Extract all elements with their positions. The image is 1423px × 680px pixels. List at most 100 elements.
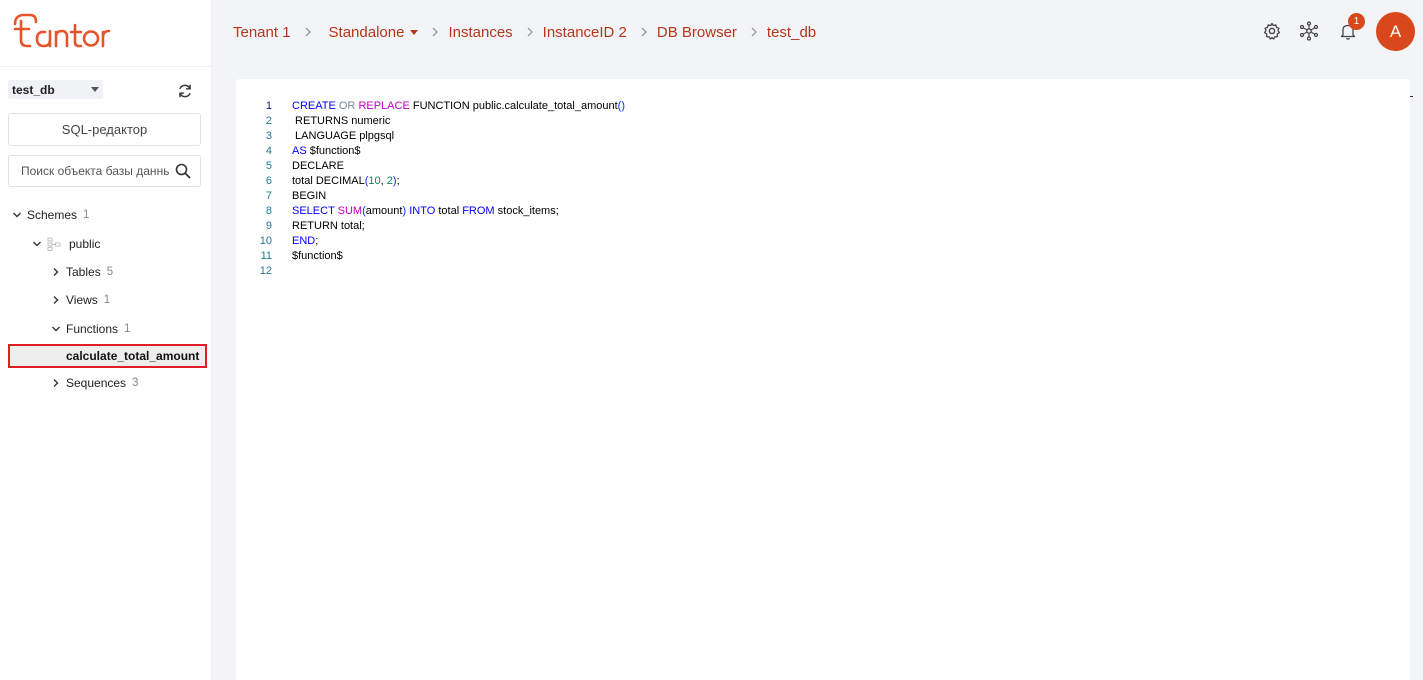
chevron-right-icon [428, 22, 442, 42]
breadcrumb: Tenant 1 Standalone Instances InstanceID… [233, 22, 816, 42]
code-token: amount [365, 205, 403, 217]
code-text: SELECT SUM(amount) INTO total FROM stock… [292, 204, 559, 219]
code-text: $function$ [292, 249, 343, 264]
code-token: $function$ [292, 250, 343, 262]
line-number: 4 [265, 145, 272, 157]
chevron-right-icon [747, 22, 761, 42]
code-text: LANGUAGE plpgsql [292, 129, 394, 144]
chevron-down-icon [13, 212, 21, 218]
code-editor[interactable]: 1 CREATE OR REPLACE FUNCTION public.calcu… [236, 79, 1410, 680]
line-number: 8 [265, 205, 272, 217]
tree-item-count: 1 [124, 323, 131, 335]
notification-badge: 1 [1348, 13, 1365, 30]
code-text: AS $function$ [292, 144, 361, 159]
chevron-right-icon [53, 379, 59, 387]
tantor-logo[interactable] [12, 12, 112, 52]
avatar[interactable]: A [1376, 12, 1415, 51]
sidebar-divider [0, 66, 211, 67]
search-icon[interactable] [175, 163, 191, 179]
code-token: SUM [337, 205, 363, 217]
chevron-right-icon [637, 22, 651, 42]
code-token: stock_items; [494, 205, 559, 217]
code-token: RETURN total; [292, 220, 365, 232]
line-number: 7 [265, 190, 272, 202]
code-token: INTO [409, 205, 436, 217]
code-token: $function$ [306, 145, 361, 157]
code-token: DECLARE [292, 160, 344, 172]
tree-item-count: 3 [132, 377, 139, 389]
tree-item-views[interactable]: Views 1 [51, 290, 110, 310]
code-text: CREATE OR REPLACE FUNCTION public.calcul… [292, 99, 625, 114]
refresh-icon[interactable] [176, 82, 194, 100]
code-token: AS [292, 145, 307, 157]
code-token: () [617, 100, 625, 112]
code-text: RETURNS numeric [292, 114, 390, 129]
tree-item-label: Functions [66, 322, 119, 336]
gear-icon[interactable] [1262, 21, 1282, 41]
breadcrumb-database[interactable]: test_db [767, 24, 816, 41]
sql-editor-button[interactable]: SQL-редактор [8, 113, 201, 146]
tree-item-functions[interactable]: Functions 1 [51, 319, 130, 339]
code-token: BEGIN [292, 190, 327, 202]
tree-item-public[interactable]: public [32, 234, 100, 254]
code-token: ; [315, 235, 319, 247]
breadcrumb-db-browser[interactable]: DB Browser [657, 24, 737, 41]
line-number: 12 [259, 265, 272, 277]
line-number: 6 [265, 175, 272, 187]
line-number: 3 [265, 130, 272, 142]
line-number: 5 [265, 160, 272, 172]
tree-item-label: Schemes [27, 208, 78, 222]
object-search-input[interactable] [9, 156, 169, 186]
tree-item-label: Views [66, 293, 98, 307]
header: Tenant 1 Standalone Instances InstanceID… [211, 0, 1423, 66]
sidebar: test_db SQL-редактор Schemes 1 public [0, 0, 212, 680]
code-token: total [435, 205, 463, 217]
breadcrumb-tenant[interactable]: Tenant 1 [233, 24, 291, 41]
breadcrumb-instance[interactable]: InstanceID 2 [543, 24, 627, 41]
tree-item-tables[interactable]: Tables 5 [51, 262, 113, 282]
code-text: RETURN total; [292, 219, 365, 234]
line-number: 2 [265, 115, 272, 127]
code-token: REPLACE [358, 100, 410, 112]
code-token: 10 [368, 175, 381, 187]
database-select-value: test_db [12, 82, 55, 97]
breadcrumb-instances[interactable]: Instances [448, 24, 512, 41]
code-token: SELECT [292, 205, 335, 217]
chevron-right-icon [301, 22, 315, 42]
code-text: END; [292, 234, 318, 249]
breadcrumb-standalone-label: Standalone [328, 23, 405, 41]
chevron-right-icon [53, 268, 59, 276]
chevron-down-icon [52, 326, 60, 332]
tree-item-count: 5 [106, 266, 114, 278]
code-token: CREATE [292, 100, 336, 112]
caret-down-icon [410, 30, 419, 36]
code-token: OR [338, 100, 356, 112]
chevron-right-icon [523, 22, 537, 42]
breadcrumb-standalone-dropdown[interactable]: Standalone [329, 24, 419, 41]
object-search [8, 155, 201, 187]
tree-item-calculate-total-amount[interactable]: calculate_total_amount [8, 344, 207, 368]
code-token: FUNCTION public.calculate_total_amount [409, 100, 618, 112]
cluster-icon[interactable] [1299, 21, 1319, 41]
database-select[interactable]: test_db [8, 80, 103, 99]
tree-item-count: 1 [83, 209, 90, 221]
code-token: END [292, 235, 316, 247]
tree-item-label: Tables [66, 265, 101, 279]
tree-item-label: calculate_total_amount [66, 349, 200, 363]
chevron-down-icon [33, 241, 41, 247]
code-token: FROM [462, 205, 495, 217]
tree-item-schemes[interactable]: Schemes 1 [12, 205, 89, 225]
tree-item-sequences[interactable]: Sequences 3 [51, 373, 138, 393]
schema-icon [47, 237, 61, 251]
scrollbar-marker [1410, 96, 1413, 97]
chevron-right-icon [53, 296, 59, 304]
tree-item-label: public [69, 237, 101, 251]
line-number: 10 [259, 235, 272, 247]
code-text: total DECIMAL(10, 2); [292, 174, 400, 189]
line-number: 11 [260, 250, 272, 262]
tree-item-label: Sequences [66, 376, 127, 390]
line-number: 9 [265, 220, 272, 232]
tree-item-count: 1 [103, 294, 111, 306]
code-token: LANGUAGE plpgsql [292, 130, 395, 142]
code-text: DECLARE [292, 159, 344, 174]
